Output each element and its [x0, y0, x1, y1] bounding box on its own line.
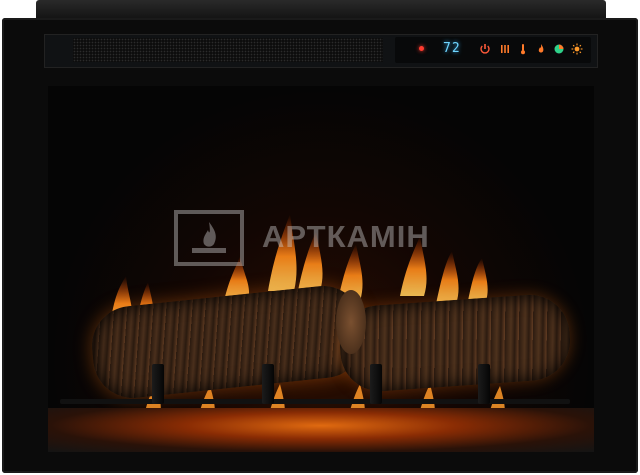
watermark: АРТКАМІН — [174, 210, 468, 266]
control-bar: 72 — [44, 34, 598, 68]
grate-post — [478, 364, 490, 404]
fireplace-photo: 72 АРТКАМІН — [0, 0, 640, 475]
grate-post — [262, 364, 274, 404]
color-button[interactable] — [551, 41, 567, 57]
color-cycle-icon — [554, 44, 564, 54]
status-led-icon — [419, 46, 424, 51]
grate-post — [370, 364, 382, 404]
log-cut-end — [336, 290, 366, 354]
flame-button[interactable] — [533, 41, 549, 57]
brightness-icon — [571, 43, 583, 55]
fireplace-logo-icon — [174, 210, 244, 266]
brightness-button[interactable] — [569, 41, 585, 57]
ember-bed — [48, 408, 594, 452]
heater-vent-grille — [73, 38, 383, 62]
temperature-display: 72 — [443, 41, 461, 56]
control-panel: 72 — [395, 37, 591, 63]
watermark-text: АРТКАМІН — [262, 219, 430, 254]
power-button[interactable] — [477, 41, 493, 57]
thermostat-button[interactable] — [515, 41, 531, 57]
grate-rail — [60, 399, 570, 404]
heat-button[interactable] — [497, 41, 513, 57]
thermometer-icon — [521, 44, 525, 55]
flame-icon — [538, 44, 544, 53]
top-trim — [36, 0, 606, 20]
grate-post — [152, 364, 164, 404]
power-icon — [480, 44, 490, 54]
heat-bars-icon — [501, 45, 509, 53]
